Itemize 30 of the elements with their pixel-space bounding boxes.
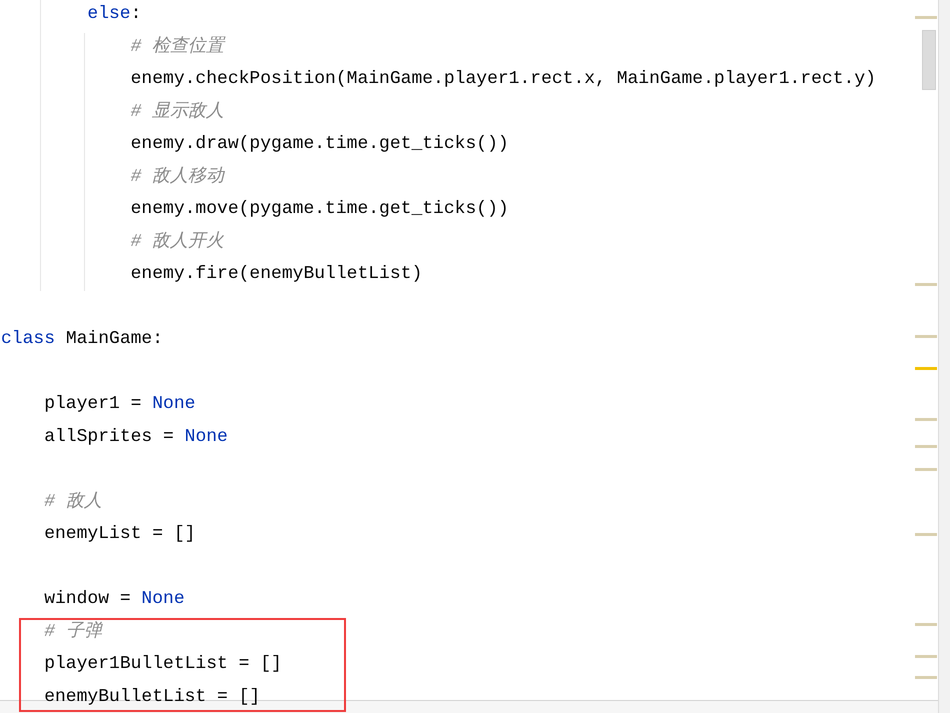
code-line: player1BulletList = [] (44, 653, 282, 676)
code-line: enemyBulletList = [] (44, 686, 260, 708)
code-comment: # 敌人 (44, 490, 102, 514)
code-line: enemyList = [] (44, 523, 196, 546)
marker-stripe[interactable] (915, 16, 937, 19)
code-line: enemy.move(pygame.time.get_ticks()) (130, 198, 509, 221)
marker-stripe[interactable] (915, 283, 937, 286)
marker-stripe[interactable] (915, 676, 937, 679)
scrollbar-thumb[interactable] (922, 30, 936, 90)
marker-stripe[interactable] (915, 418, 937, 421)
marker-stripe[interactable] (915, 533, 937, 536)
code-comment: # 显示敌人 (130, 100, 224, 124)
marker-stripe[interactable] (915, 335, 937, 338)
marker-stripe[interactable] (915, 655, 937, 658)
marker-stripe[interactable] (915, 468, 937, 471)
code-line: class MainGame: (1, 328, 164, 351)
code-line: allSprites = None (44, 426, 228, 448)
code-line: else: (87, 3, 142, 26)
code-comment: # 检查位置 (130, 35, 224, 58)
marker-stripe[interactable] (915, 623, 937, 626)
code-comment: # 子弹 (44, 620, 102, 644)
code-line: window = None (44, 588, 185, 611)
code-comment: # 敌人移动 (130, 166, 224, 188)
code-line: enemy.draw(pygame.time.get_ticks()) (130, 133, 509, 156)
code-line: enemy.fire(enemyBulletList) (130, 263, 422, 286)
code-line: player1 = None (44, 393, 196, 416)
code-line: enemy.checkPosition(MainGame.player1.rect.x, MainGame.player1.rect.y) (130, 68, 876, 91)
code-comment: # 敌人开火 (130, 230, 224, 254)
marker-stripe[interactable] (915, 367, 937, 370)
marker-stripe[interactable] (915, 445, 937, 448)
